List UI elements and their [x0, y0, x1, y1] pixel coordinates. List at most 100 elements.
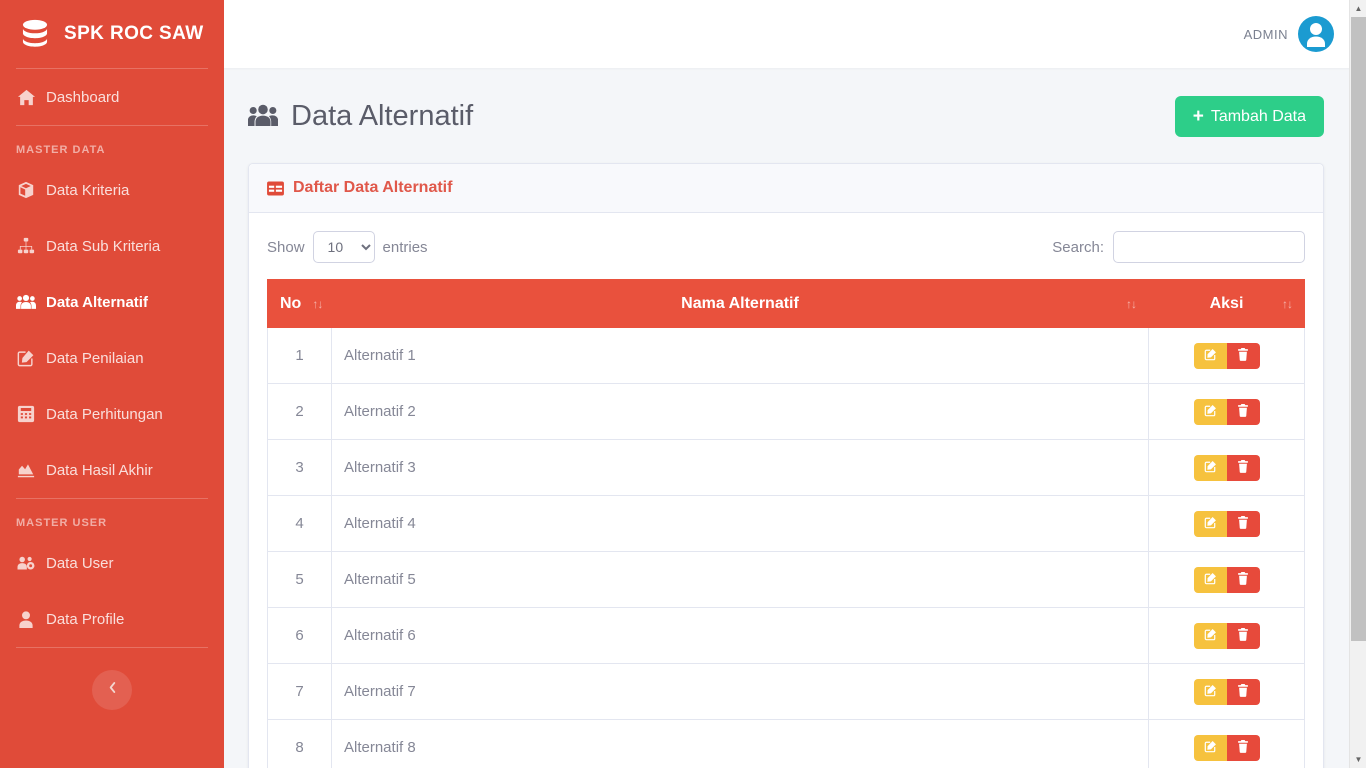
users-cog-icon — [16, 553, 36, 573]
cell-no: 2 — [267, 383, 332, 440]
avatar[interactable] — [1298, 16, 1334, 52]
sidebar-item-data-perhitungan[interactable]: Data Perhitungan — [0, 386, 224, 442]
cell-no: 6 — [267, 607, 332, 664]
user-icon — [16, 609, 36, 629]
page-title: Data Alternatif — [248, 100, 473, 133]
sidebar-item-label: Data Penilaian — [46, 349, 144, 367]
edit-button[interactable] — [1193, 398, 1227, 425]
delete-button[interactable] — [1226, 678, 1260, 705]
app-root: SPK ROC SAW Dashboard MASTER DATA Data K… — [0, 0, 1366, 768]
column-header-aksi[interactable]: Aksi ↑↓ — [1148, 279, 1305, 328]
row-action-group — [1193, 678, 1260, 705]
table-row: 8 Alternatif 8 — [267, 719, 1305, 768]
cell-no: 4 — [267, 495, 332, 552]
add-data-button-label: Tambah Data — [1210, 107, 1306, 125]
sidebar-item-data-hasil-akhir[interactable]: Data Hasil Akhir — [0, 442, 224, 498]
cell-no: 3 — [267, 439, 332, 496]
edit-square-icon — [1204, 460, 1217, 476]
sidebar-item-data-user[interactable]: Data User — [0, 535, 224, 591]
row-action-group — [1193, 510, 1260, 537]
sidebar-item-data-sub-kriteria[interactable]: Data Sub Kriteria — [0, 218, 224, 274]
page-length-select[interactable]: 10 25 50 100 — [312, 231, 375, 263]
sidebar-collapse-wrap — [0, 648, 224, 710]
table-row: 4 Alternatif 4 — [267, 495, 1305, 552]
row-action-group — [1193, 342, 1260, 369]
cell-no: 8 — [267, 719, 332, 768]
edit-square-icon — [1204, 348, 1217, 364]
trash-icon — [1237, 571, 1249, 588]
row-action-group — [1193, 734, 1260, 761]
table-body: 1 Alternatif 1 2 Alternatif 2 3 Alternat… — [267, 327, 1305, 768]
search-input[interactable] — [1113, 231, 1305, 263]
brand-title: SPK ROC SAW — [64, 23, 204, 44]
delete-button[interactable] — [1226, 454, 1260, 481]
cell-nama: Alternatif 6 — [331, 607, 1149, 664]
cell-aksi — [1148, 327, 1305, 384]
search-control: Search: — [1052, 231, 1305, 263]
sidebar-item-label: Dashboard — [46, 88, 120, 106]
edit-button[interactable] — [1193, 622, 1227, 649]
delete-button[interactable] — [1226, 622, 1260, 649]
sidebar-item-label: Data Alternatif — [46, 293, 148, 311]
scroll-down-arrow-icon[interactable]: ▼ — [1350, 751, 1366, 768]
scrollbar-thumb[interactable] — [1351, 17, 1366, 641]
brand[interactable]: SPK ROC SAW — [0, 0, 224, 68]
chart-area-icon — [16, 460, 36, 480]
data-card: Daftar Data Alternatif Show 10 25 50 100 — [248, 163, 1324, 768]
column-header-no[interactable]: No ↑↓ — [267, 279, 332, 328]
edit-button[interactable] — [1193, 510, 1227, 537]
delete-button[interactable] — [1226, 566, 1260, 593]
cell-nama: Alternatif 1 — [331, 327, 1149, 384]
cell-no: 5 — [267, 551, 332, 608]
edit-square-icon — [1204, 628, 1217, 644]
main-area: ADMIN Data Alternatif + Tambah Data Daft… — [224, 0, 1366, 768]
sidebar-item-data-penilaian[interactable]: Data Penilaian — [0, 330, 224, 386]
scroll-up-arrow-icon[interactable]: ▲ — [1350, 0, 1366, 17]
sidebar-item-data-kriteria[interactable]: Data Kriteria — [0, 162, 224, 218]
cell-nama: Alternatif 4 — [331, 495, 1149, 552]
edit-button[interactable] — [1193, 734, 1227, 761]
delete-button[interactable] — [1226, 342, 1260, 369]
card-header-title: Daftar Data Alternatif — [293, 179, 453, 196]
edit-button[interactable] — [1193, 678, 1227, 705]
edit-button[interactable] — [1193, 566, 1227, 593]
cell-aksi — [1148, 719, 1305, 768]
sidebar-heading-master-data: MASTER DATA — [16, 144, 106, 156]
trash-icon — [1237, 347, 1249, 364]
delete-button[interactable] — [1226, 734, 1260, 761]
cell-nama: Alternatif 5 — [331, 551, 1149, 608]
edit-square-icon — [1204, 404, 1217, 420]
sitemap-icon — [16, 236, 36, 256]
topbar-username: ADMIN — [1243, 26, 1288, 42]
cell-aksi — [1148, 439, 1305, 496]
delete-button[interactable] — [1226, 510, 1260, 537]
sidebar-toggle-button[interactable] — [92, 670, 132, 710]
column-header-nama-alternatif[interactable]: Nama Alternatif ↑↓ — [331, 279, 1149, 328]
sidebar: SPK ROC SAW Dashboard MASTER DATA Data K… — [0, 0, 224, 768]
edit-square-icon — [1204, 516, 1217, 532]
cell-no: 7 — [267, 663, 332, 720]
edit-button[interactable] — [1193, 342, 1227, 369]
trash-icon — [1237, 459, 1249, 476]
column-header-aksi-label: Aksi — [1209, 294, 1244, 312]
cell-aksi — [1148, 383, 1305, 440]
card-header: Daftar Data Alternatif — [249, 164, 1323, 213]
edit-square-icon — [16, 348, 36, 368]
sidebar-item-dashboard[interactable]: Dashboard — [0, 69, 224, 125]
page-header: Data Alternatif + Tambah Data — [248, 96, 1324, 137]
sort-updown-icon: ↑↓ — [1126, 296, 1137, 311]
sidebar-item-data-alternatif[interactable]: Data Alternatif — [0, 274, 224, 330]
users-icon — [16, 292, 36, 312]
delete-button[interactable] — [1226, 398, 1260, 425]
topbar-user-menu[interactable]: ADMIN — [1244, 16, 1334, 52]
edit-button[interactable] — [1193, 454, 1227, 481]
trash-icon — [1237, 683, 1249, 700]
home-icon — [16, 87, 36, 107]
trash-icon — [1237, 627, 1249, 644]
add-data-button[interactable]: + Tambah Data — [1174, 96, 1324, 137]
sidebar-item-data-profile[interactable]: Data Profile — [0, 591, 224, 647]
show-label: Show — [267, 238, 305, 256]
column-header-no-label: No — [280, 294, 302, 312]
vertical-scrollbar[interactable]: ▲ ▼ — [1349, 0, 1366, 768]
table-row: 3 Alternatif 3 — [267, 439, 1305, 496]
